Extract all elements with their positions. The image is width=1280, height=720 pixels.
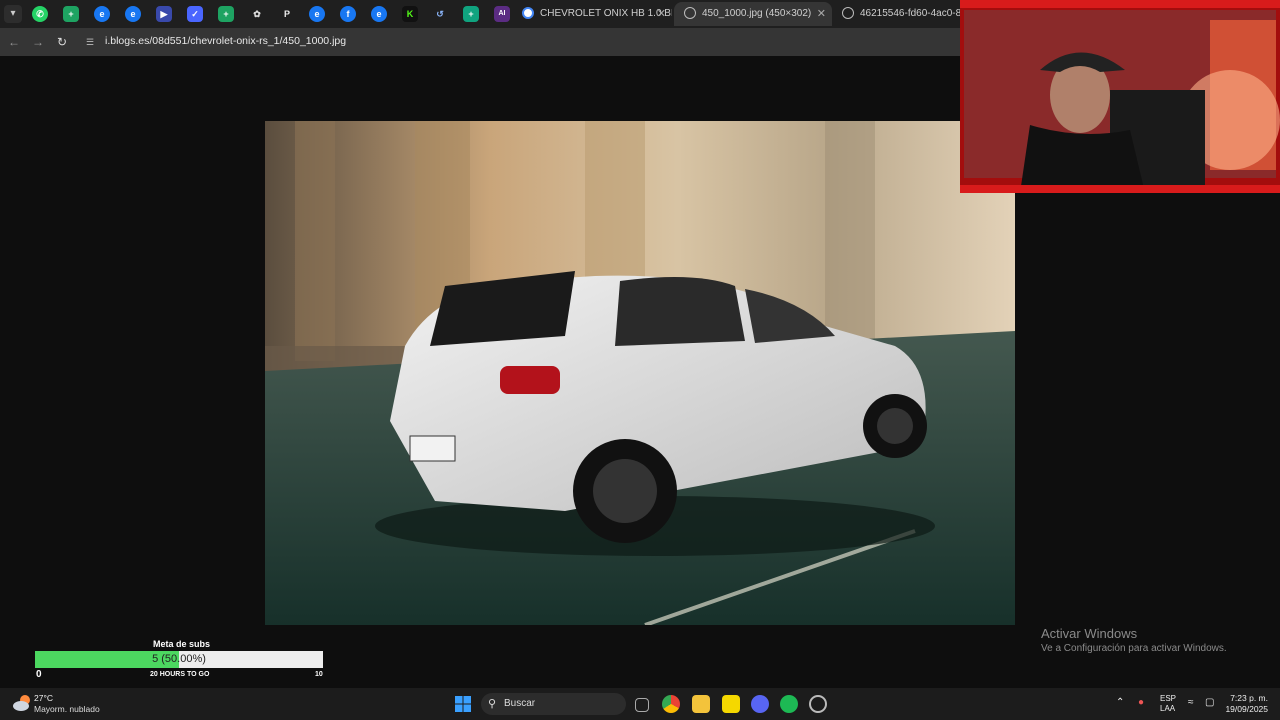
kick-icon[interactable]: K: [402, 6, 418, 22]
globe-icon: [684, 7, 696, 20]
whatsapp-icon[interactable]: ✆: [32, 6, 48, 22]
video-icon[interactable]: ▶: [156, 6, 172, 22]
search-icon: ⚲: [488, 698, 497, 710]
keyboard-layout: LAA: [1160, 704, 1176, 713]
sync-icon[interactable]: ↺: [432, 6, 448, 22]
taskbar: 27°C Mayorm. nublado ⚲ Buscar ⌃ ● ESP LA…: [0, 688, 1280, 720]
subs-max-label: 10: [315, 671, 323, 678]
spotify-icon[interactable]: [780, 695, 798, 713]
sheets-icon[interactable]: +: [63, 6, 79, 22]
url-input[interactable]: i.blogs.es/08d551/chevrolet-onix-rs_1/45…: [105, 35, 346, 47]
webcam-overlay: [960, 0, 1280, 193]
google-icon: [522, 7, 534, 20]
tab-title: 450_1000.jpg (450×302): [702, 8, 812, 19]
subs-time-note: 20 HOURS TO GO: [150, 671, 210, 678]
chevron-up-icon[interactable]: ⌃: [1116, 697, 1124, 708]
tab-title: 46215546-fd60-4ac0-8e06-: [860, 8, 960, 19]
facebook-icon[interactable]: f: [340, 6, 356, 22]
file-explorer-icon[interactable]: [692, 695, 710, 713]
globe-icon: [842, 7, 854, 20]
activate-windows-subtitle: Ve a Configuración para activar Windows.: [1041, 643, 1227, 654]
weather-temperature[interactable]: 27°C: [34, 693, 53, 703]
subs-goal-title: Meta de subs: [153, 639, 211, 649]
back-arrow-icon[interactable]: ←: [6, 34, 22, 50]
address-bar-row: ← → ↻ ☰ i.blogs.es/08d551/chevrolet-onix…: [0, 28, 960, 56]
battery-icon[interactable]: ▢: [1205, 697, 1214, 708]
app-icon[interactable]: +: [463, 6, 479, 22]
windows-start-icon[interactable]: [455, 696, 471, 712]
shield-icon[interactable]: ✓: [187, 6, 203, 22]
close-tab-icon[interactable]: ✕: [657, 2, 666, 26]
language-code: ESP: [1160, 694, 1177, 703]
site-info-icon[interactable]: ☰: [86, 36, 98, 48]
subs-min-label: 0: [36, 669, 42, 680]
tab-search-dropdown[interactable]: ▾: [4, 5, 22, 23]
edge-icon[interactable]: e: [94, 6, 110, 22]
sticky-notes-icon[interactable]: [722, 695, 740, 713]
tab-title: CHEVROLET ONIX HB 1.0 BLAN: [540, 8, 672, 19]
car-photo: [265, 121, 1015, 625]
edge-icon[interactable]: e: [125, 6, 141, 22]
subs-progress-bar: 5 (50.00%): [35, 651, 323, 668]
chatgpt-icon[interactable]: ✿: [249, 6, 265, 22]
wifi-icon[interactable]: ≈: [1188, 697, 1194, 708]
edge-icon[interactable]: e: [371, 6, 387, 22]
language-indicator[interactable]: ESP LAA: [1160, 694, 1176, 714]
clock-time: 7:23 p. m.: [1230, 693, 1268, 703]
reload-icon[interactable]: ↻: [54, 34, 70, 50]
search-label: Buscar: [504, 698, 536, 709]
weather-description[interactable]: Mayorm. nublado: [34, 704, 100, 714]
streamer-camera: [960, 0, 1280, 193]
microphone-icon[interactable]: ●: [1138, 697, 1144, 708]
tab-450-1000-jpg[interactable]: 450_1000.jpg (450×302) ✕: [674, 2, 832, 26]
clock[interactable]: 7:23 p. m. 19/09/2025: [1225, 693, 1268, 715]
tab-chevrolet-onix[interactable]: CHEVROLET ONIX HB 1.0 BLAN ✕: [512, 2, 672, 26]
p-icon[interactable]: P: [279, 6, 295, 22]
ai-icon[interactable]: AI: [494, 6, 510, 22]
close-tab-icon[interactable]: ✕: [817, 2, 826, 26]
displayed-image: [265, 121, 1015, 625]
tab-46215546[interactable]: 46215546-fd60-4ac0-8e06-: [832, 2, 960, 26]
sheets-icon[interactable]: +: [218, 6, 234, 22]
discord-icon[interactable]: [751, 695, 769, 713]
activate-windows-title: Activar Windows: [1041, 626, 1138, 641]
edge-icon[interactable]: e: [309, 6, 325, 22]
clock-date: 19/09/2025: [1225, 704, 1268, 714]
taskbar-search[interactable]: ⚲ Buscar: [481, 693, 626, 715]
subs-progress-text: 5 (50.00%): [152, 653, 206, 665]
weather-cloudy-icon[interactable]: [12, 693, 32, 713]
forward-arrow-icon[interactable]: →: [30, 34, 46, 50]
chrome-icon[interactable]: [662, 695, 680, 713]
task-view-icon[interactable]: [635, 698, 649, 712]
app-icon[interactable]: [809, 695, 827, 713]
